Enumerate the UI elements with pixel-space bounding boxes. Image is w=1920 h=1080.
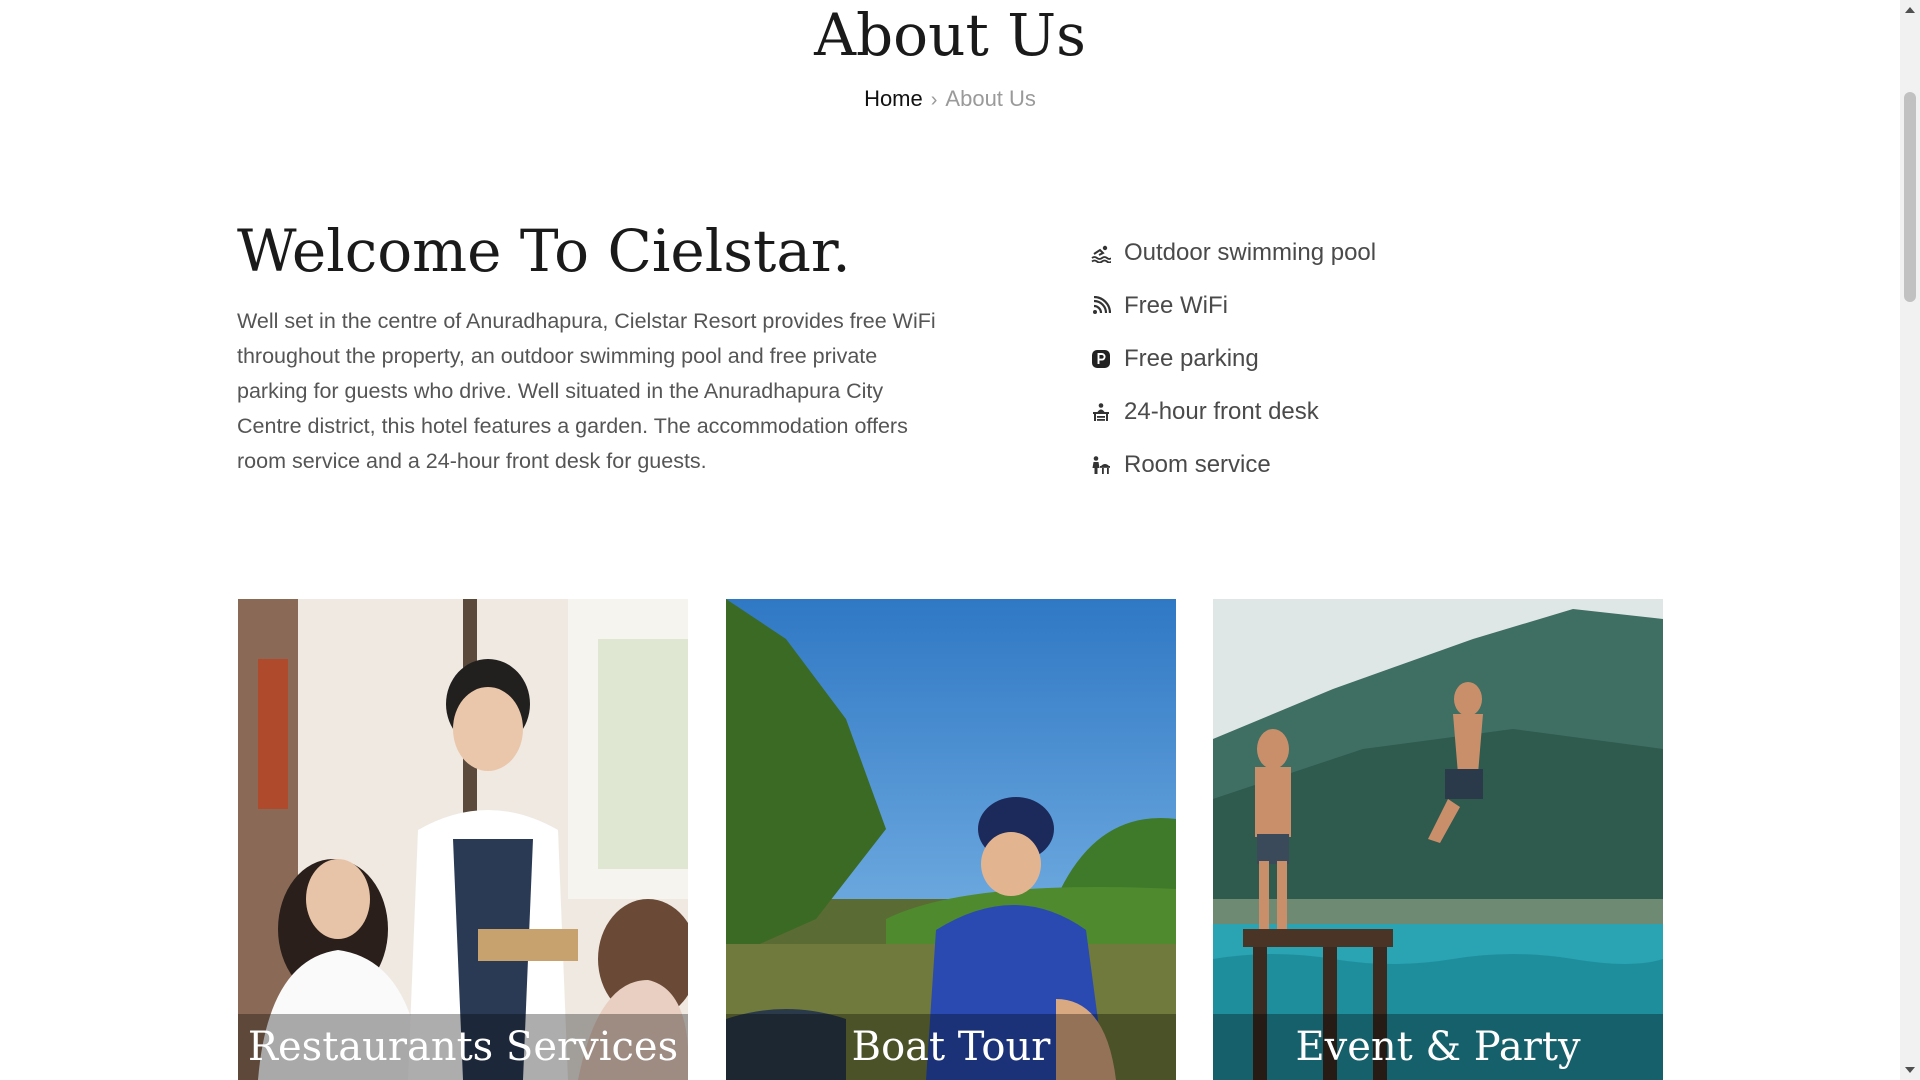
card-caption: Restaurants Services	[238, 1014, 688, 1080]
scroll-up-icon[interactable]	[1905, 7, 1915, 13]
breadcrumb: Home › About Us	[0, 84, 1900, 115]
page-scrollbar[interactable]	[1900, 0, 1920, 1080]
amenity-item: Room service	[1090, 438, 1376, 491]
welcome-description: Well set in the centre of Anuradhapura, …	[237, 309, 936, 473]
card-caption: Event & Party	[1213, 1014, 1663, 1080]
boat-tour-photo	[726, 599, 1176, 1080]
service-card-boat-tour[interactable]: Boat Tour	[726, 599, 1176, 1080]
room-service-icon	[1090, 454, 1112, 476]
amenity-item: Free parking	[1090, 332, 1376, 385]
scroll-down-icon[interactable]	[1905, 1067, 1915, 1073]
amenities-list: Outdoor swimming pool Free WiFi Free par…	[1090, 226, 1376, 491]
page-title: About Us	[814, 1, 1086, 69]
parking-icon	[1090, 348, 1112, 370]
amenity-label: Room service	[1124, 450, 1271, 478]
amenity-item: Free WiFi	[1090, 279, 1376, 332]
welcome-title: Welcome To Cielstar.	[237, 217, 851, 285]
event-party-photo	[1213, 599, 1663, 1080]
card-caption: Boat Tour	[726, 1014, 1176, 1080]
breadcrumb-home-link[interactable]: Home	[864, 86, 923, 111]
amenity-item: Outdoor swimming pool	[1090, 226, 1376, 279]
wifi-icon	[1090, 295, 1112, 317]
amenity-label: Outdoor swimming pool	[1124, 238, 1377, 266]
amenity-label: 24-hour front desk	[1124, 397, 1319, 425]
restaurant-photo	[238, 599, 688, 1080]
amenity-label: Free WiFi	[1124, 291, 1228, 319]
scrollbar-thumb[interactable]	[1904, 92, 1916, 302]
service-card-restaurants[interactable]: Restaurants Services	[238, 599, 688, 1080]
front-desk-icon	[1090, 401, 1112, 423]
service-card-event-party[interactable]: Event & Party	[1213, 599, 1663, 1080]
swimming-icon	[1090, 242, 1112, 264]
amenity-item: 24-hour front desk	[1090, 385, 1376, 438]
breadcrumb-current: About Us	[945, 86, 1036, 111]
amenity-label: Free parking	[1124, 344, 1259, 372]
chevron-right-icon: ›	[930, 89, 938, 111]
